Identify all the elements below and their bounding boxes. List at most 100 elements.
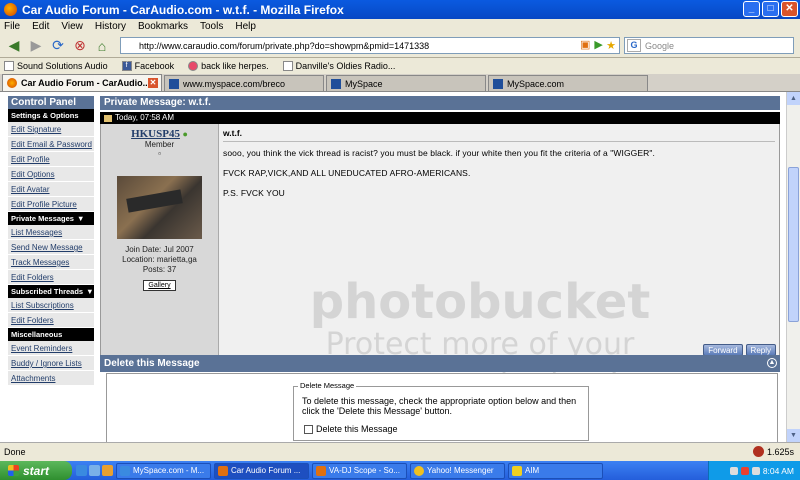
bookmark-item[interactable]: Danville's Oldies Radio... bbox=[282, 61, 396, 71]
menu-tools[interactable]: Tools bbox=[200, 21, 223, 32]
post-date: Today, 07:58 AM bbox=[115, 113, 174, 122]
reload-icon[interactable]: ⟳ bbox=[48, 37, 68, 55]
menu-help[interactable]: Help bbox=[235, 21, 256, 32]
scroll-up-icon[interactable]: ▲ bbox=[787, 92, 800, 105]
tab-myspace-com[interactable]: MySpace.com bbox=[488, 75, 648, 91]
close-window-button[interactable]: ✕ bbox=[781, 1, 798, 17]
online-status-icon: ● bbox=[182, 129, 188, 139]
home-icon[interactable]: ⌂ bbox=[92, 37, 112, 55]
bookmark-item[interactable]: Sound Solutions Audio bbox=[4, 61, 108, 71]
task-va-dj-scope[interactable]: VA-DJ Scope - So... bbox=[312, 462, 407, 479]
sidebar-item-list-subscriptions[interactable]: List Subscriptions bbox=[8, 298, 94, 313]
private-message-panel: Private Message: w.t.f. Today, 07:58 AM … bbox=[100, 96, 780, 359]
task-label: AIM bbox=[525, 466, 540, 475]
start-label: start bbox=[23, 463, 50, 478]
ie-icon[interactable] bbox=[76, 465, 87, 476]
menu-file[interactable]: File bbox=[4, 21, 20, 32]
bookmark-item[interactable]: f Facebook bbox=[121, 61, 174, 71]
message-line: sooo, you think the vick thread is racis… bbox=[223, 148, 655, 158]
address-bar[interactable]: http://www.caraudio.com/forum/private.ph… bbox=[120, 37, 620, 54]
bookmark-label: Danville's Oldies Radio... bbox=[295, 61, 396, 71]
sidebar-heading-label: Private Messages bbox=[11, 214, 74, 223]
status-text: Done bbox=[4, 447, 26, 457]
clock[interactable]: 8:04 AM bbox=[763, 466, 794, 476]
control-panel-title: Control Panel bbox=[8, 96, 94, 109]
sidebar-item-edit-folders-subs[interactable]: Edit Folders bbox=[8, 313, 94, 328]
delete-checkbox-row[interactable]: Delete this Message bbox=[304, 424, 398, 434]
fasterfox-icon[interactable] bbox=[752, 446, 764, 457]
username-link[interactable]: HKUSP45 bbox=[131, 128, 180, 140]
vertical-scrollbar[interactable]: ▲ ▼ bbox=[786, 92, 800, 442]
sidebar-item-attachments[interactable]: Attachments bbox=[8, 371, 94, 386]
gallery-button[interactable]: Gallery bbox=[143, 280, 176, 291]
delete-message-header: Delete this Message ▲ bbox=[100, 355, 780, 372]
sidebar-item-track-messages[interactable]: Track Messages bbox=[8, 255, 94, 270]
tray-icon[interactable] bbox=[740, 466, 749, 475]
fieldset-legend: Delete Message bbox=[298, 381, 357, 390]
sidebar-item-list-messages[interactable]: List Messages bbox=[8, 225, 94, 240]
task-myspace[interactable]: MySpace.com - M... bbox=[116, 462, 211, 479]
tab-car-audio-forum[interactable]: Car Audio Forum - CarAudio... ✕ bbox=[2, 74, 162, 91]
sidebar-heading-label: Miscellaneous bbox=[11, 330, 63, 339]
page-content: Control Panel Settings & Options Edit Si… bbox=[0, 92, 786, 442]
sidebar-item-event-reminders[interactable]: Event Reminders bbox=[8, 341, 94, 356]
sidebar-item-edit-folders[interactable]: Edit Folders bbox=[8, 270, 94, 285]
gun-image bbox=[126, 189, 183, 213]
status-bar: Done 1.625s bbox=[0, 442, 800, 461]
delete-header-label: Delete this Message bbox=[104, 358, 200, 369]
firefox-icon bbox=[316, 465, 326, 476]
sidebar-item-edit-email[interactable]: Edit Email & Password bbox=[8, 137, 94, 152]
media-icon[interactable] bbox=[102, 465, 113, 476]
sidebar-item-buddy-ignore-lists[interactable]: Buddy / Ignore Lists bbox=[8, 356, 94, 371]
collapse-icon[interactable]: ▲ bbox=[767, 358, 777, 368]
desktop-icon[interactable] bbox=[89, 465, 100, 476]
start-button[interactable]: start bbox=[0, 461, 72, 480]
google-icon[interactable]: G bbox=[627, 39, 641, 52]
scroll-thumb[interactable] bbox=[788, 167, 799, 322]
back-arrow-icon[interactable]: ◀ bbox=[4, 37, 24, 55]
menu-view[interactable]: View bbox=[61, 21, 83, 32]
delete-message-panel: Delete Message To delete this message, c… bbox=[106, 373, 778, 442]
ie-icon bbox=[120, 465, 130, 476]
search-box[interactable]: G Google bbox=[624, 37, 794, 54]
sidebar-heading-private-messages[interactable]: Private Messages ▼ bbox=[8, 212, 94, 225]
sidebar-item-edit-options[interactable]: Edit Options bbox=[8, 167, 94, 182]
task-car-audio-forum[interactable]: Car Audio Forum ... bbox=[214, 462, 309, 479]
tab-label: Car Audio Forum - CarAudio... bbox=[21, 78, 151, 88]
user-avatar bbox=[117, 176, 202, 239]
tray-icon[interactable] bbox=[729, 466, 738, 475]
sidebar-item-send-new-message[interactable]: Send New Message bbox=[8, 240, 94, 255]
tab-myspace[interactable]: MySpace bbox=[326, 75, 486, 91]
navigation-toolbar: ◀ ▶ ⟳ ⊗ ⌂ http://www.caraudio.com/forum/… bbox=[0, 34, 800, 58]
bookmark-item[interactable]: back like herpes. bbox=[188, 61, 269, 71]
task-label: Yahoo! Messenger bbox=[427, 466, 494, 475]
close-tab-icon[interactable]: ✕ bbox=[148, 78, 158, 88]
sidebar-item-edit-avatar[interactable]: Edit Avatar bbox=[8, 182, 94, 197]
menu-bookmarks[interactable]: Bookmarks bbox=[138, 21, 188, 32]
menu-edit[interactable]: Edit bbox=[32, 21, 49, 32]
sidebar-item-edit-signature[interactable]: Edit Signature bbox=[8, 122, 94, 137]
sidebar-item-edit-profile-picture[interactable]: Edit Profile Picture bbox=[8, 197, 94, 212]
task-yahoo-messenger[interactable]: Yahoo! Messenger bbox=[410, 462, 505, 479]
page-icon bbox=[4, 61, 14, 71]
scroll-down-icon[interactable]: ▼ bbox=[787, 429, 800, 442]
sidebar-heading-subscribed-threads[interactable]: Subscribed Threads ▼ bbox=[8, 285, 94, 298]
post-icon bbox=[104, 114, 112, 122]
sidebar-heading-label: Settings & Options bbox=[11, 111, 79, 120]
sidebar-item-edit-profile[interactable]: Edit Profile bbox=[8, 152, 94, 167]
volume-icon[interactable] bbox=[751, 466, 760, 475]
maximize-button[interactable]: □ bbox=[762, 1, 779, 17]
stop-icon[interactable]: ⊗ bbox=[70, 37, 90, 55]
minimize-button[interactable]: _ bbox=[743, 1, 760, 17]
menu-history[interactable]: History bbox=[95, 21, 126, 32]
bookmark-star-icon[interactable]: ★ bbox=[606, 39, 616, 52]
go-arrow-icon[interactable]: ▶ bbox=[594, 38, 602, 51]
delete-checkbox[interactable] bbox=[304, 424, 313, 434]
task-aim[interactable]: AIM bbox=[508, 462, 603, 479]
tab-myspace-breco[interactable]: www.myspace.com/breco bbox=[164, 75, 324, 91]
forward-arrow-icon[interactable]: ▶ bbox=[26, 37, 46, 55]
post-date-bar: Today, 07:58 AM bbox=[100, 112, 780, 124]
join-date: Join Date: Jul 2007 bbox=[125, 245, 194, 254]
search-placeholder: Google bbox=[645, 40, 675, 51]
rss-icon[interactable]: ▣ bbox=[580, 38, 590, 51]
